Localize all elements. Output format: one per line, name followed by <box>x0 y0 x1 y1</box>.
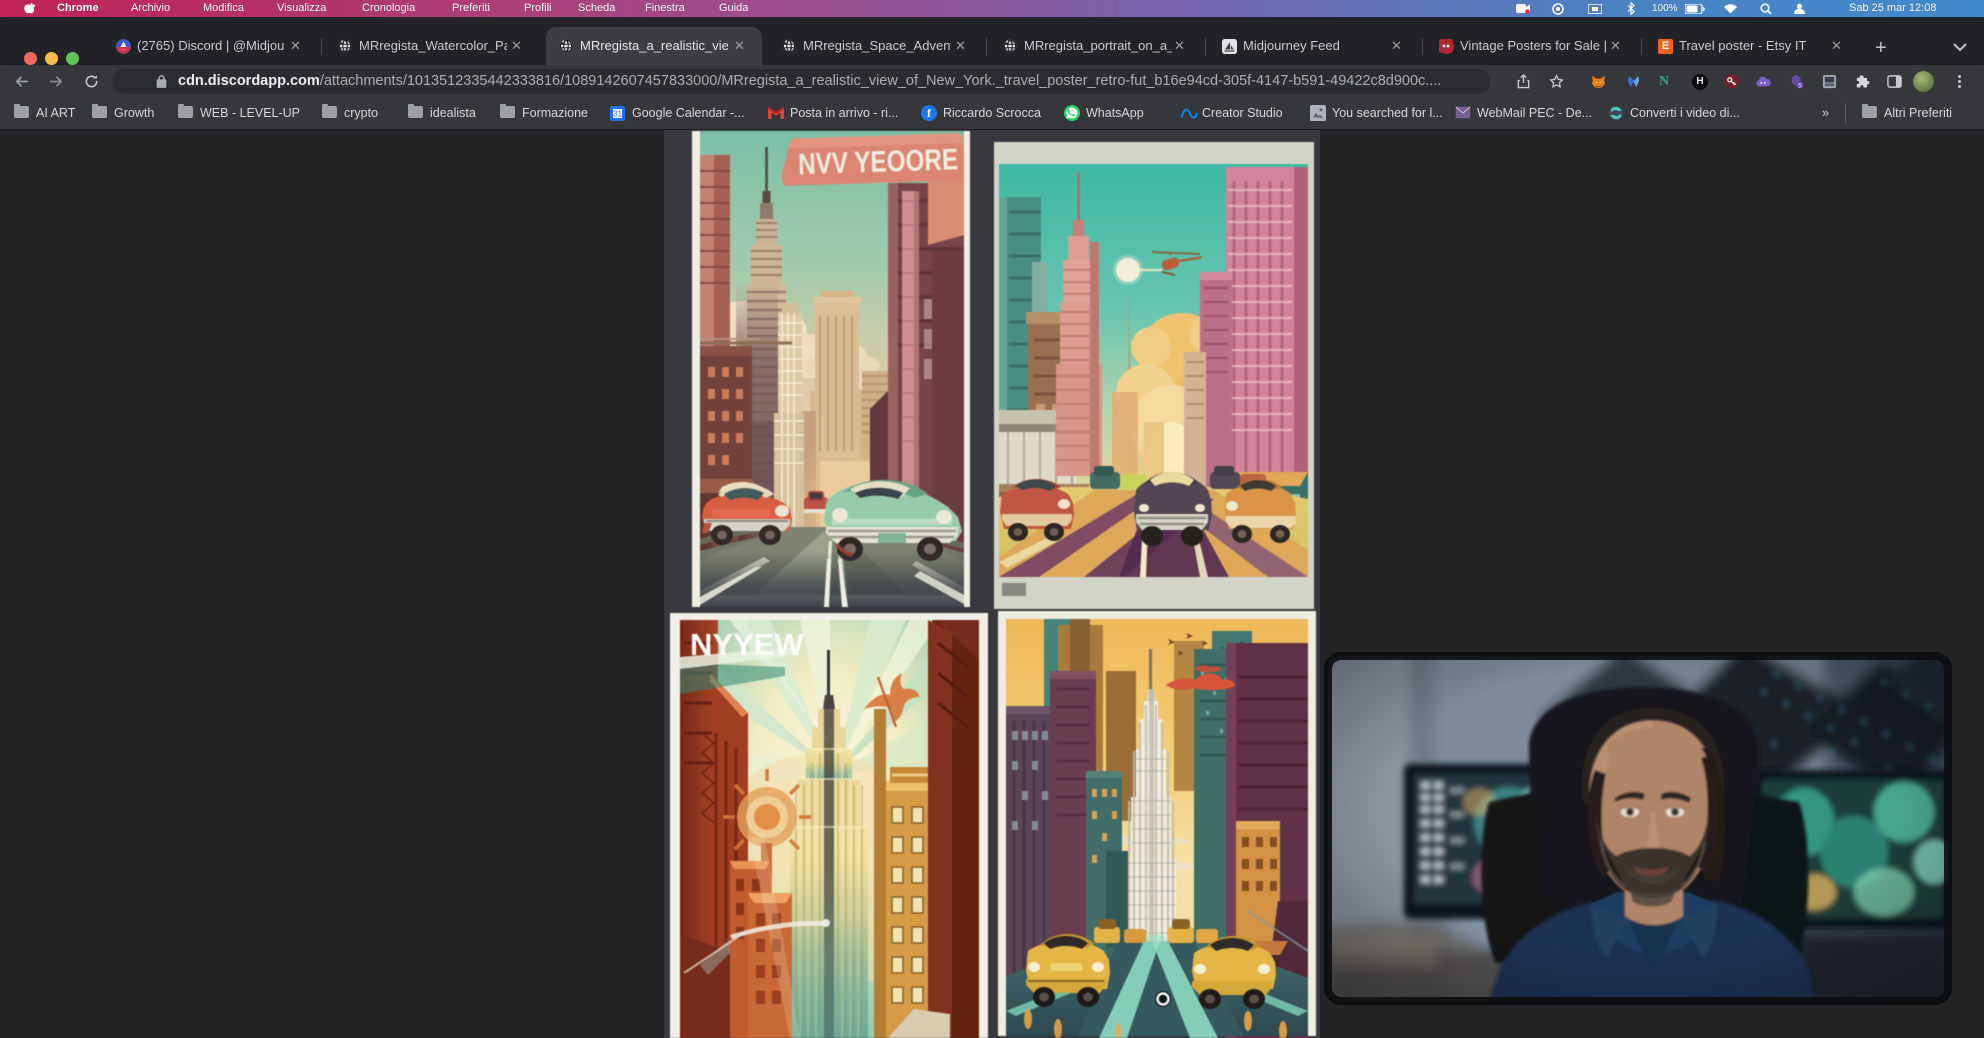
svg-text:5: 5 <box>1798 83 1802 90</box>
svg-text:NYYEW: NYYEW <box>690 627 804 662</box>
svg-text:31: 31 <box>613 110 622 119</box>
